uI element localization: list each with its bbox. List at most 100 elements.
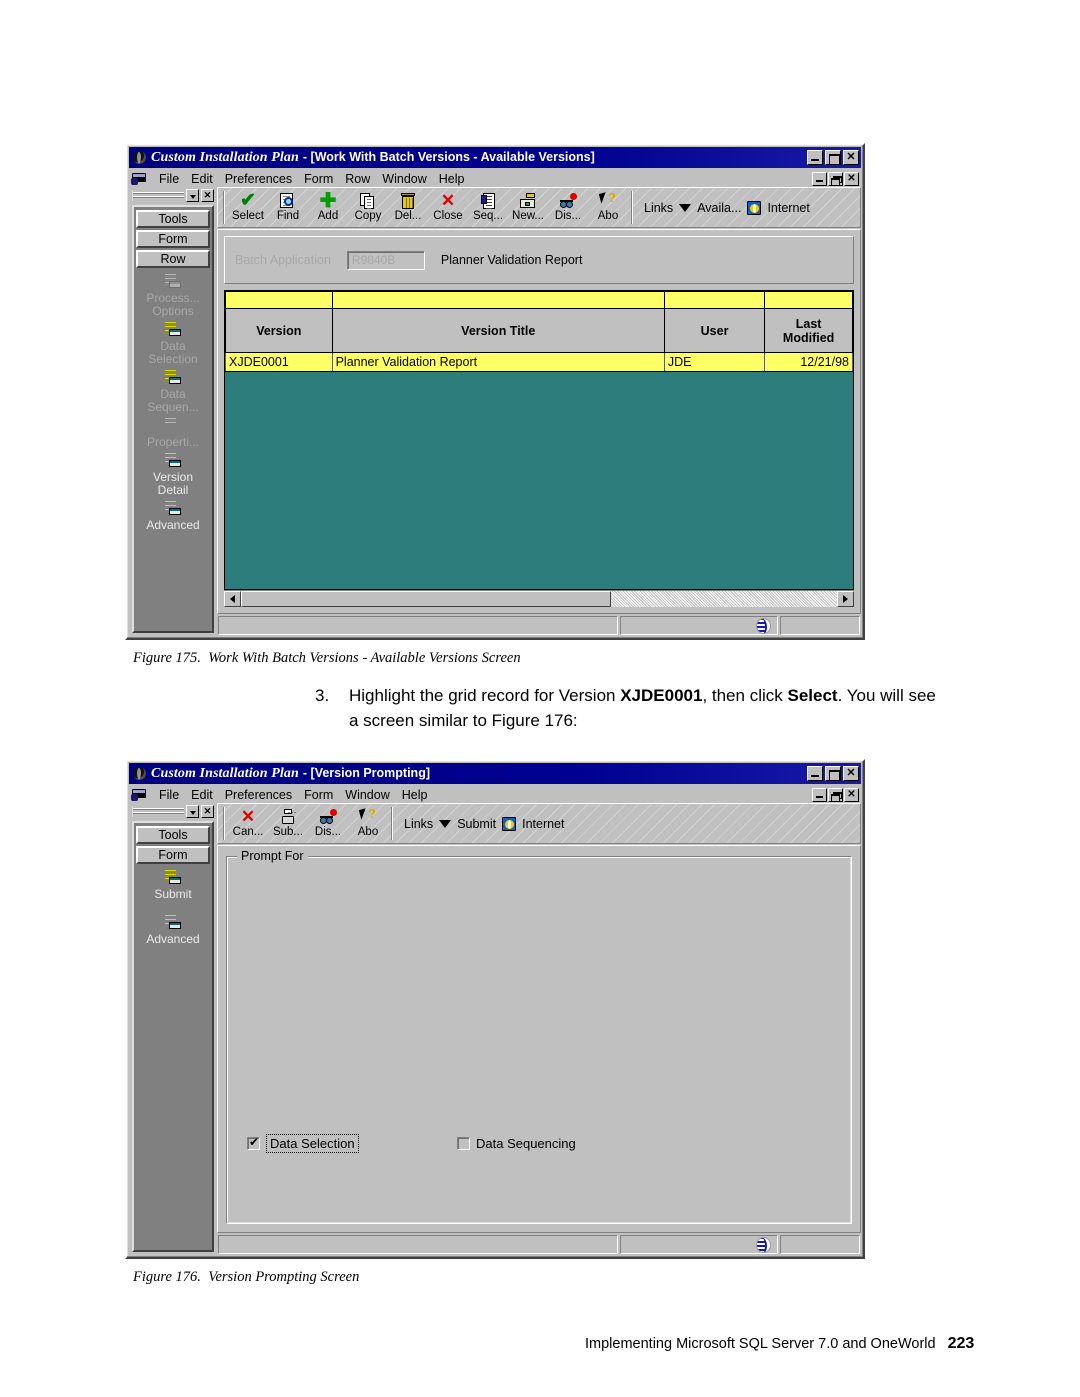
mdi-minimize-button[interactable] bbox=[812, 787, 827, 802]
cell-last-modified[interactable]: 12/21/98 bbox=[764, 352, 853, 372]
mdi-close-button[interactable]: ✕ bbox=[844, 171, 859, 186]
internet-label[interactable]: Internet bbox=[522, 817, 564, 831]
chevron-down-icon[interactable] bbox=[186, 805, 199, 818]
drag-grip[interactable] bbox=[132, 806, 184, 817]
exit-bar-tab-tools[interactable]: Tools bbox=[136, 210, 210, 228]
scroll-right-button[interactable] bbox=[837, 591, 854, 607]
column-header-version[interactable]: Version bbox=[225, 308, 333, 353]
exit-bar-item-processing-options[interactable]: Process... Options bbox=[136, 274, 210, 318]
menu-form[interactable]: Form bbox=[298, 787, 339, 803]
toolbar-close-button[interactable]: ✕ Close bbox=[428, 189, 468, 226]
exit-bar-tab-form[interactable]: Form bbox=[136, 230, 210, 248]
data-selection-checkbox-item[interactable]: Data Selection bbox=[247, 1134, 457, 1153]
links-dropdown-value[interactable]: Availa... bbox=[697, 201, 741, 215]
internet-explorer-icon[interactable] bbox=[502, 816, 517, 831]
table-row[interactable]: XJDE0001 Planner Validation Report JDE 1… bbox=[225, 352, 853, 372]
drag-grip[interactable] bbox=[132, 190, 184, 201]
menu-file[interactable]: File bbox=[153, 787, 185, 803]
internet-explorer-icon[interactable] bbox=[747, 200, 762, 215]
exit-bar-tab-form[interactable]: Form bbox=[136, 846, 210, 864]
exit-bar-item-advanced[interactable]: Advanced bbox=[136, 501, 210, 532]
data-sequencing-label[interactable]: Data Sequencing bbox=[476, 1136, 576, 1151]
exit-bar-tab-tools[interactable]: Tools bbox=[136, 826, 210, 844]
close-button[interactable]: ✕ bbox=[843, 766, 859, 781]
exit-bar-item-data-sequencing[interactable]: Data Sequen... bbox=[136, 370, 210, 414]
exit-bar-close-icon[interactable]: ✕ bbox=[201, 805, 214, 818]
toolbar-about-button[interactable]: ? Abo bbox=[588, 189, 628, 226]
menu-edit[interactable]: Edit bbox=[185, 787, 219, 803]
grid-query-row[interactable] bbox=[225, 291, 853, 309]
maximize-button[interactable] bbox=[825, 766, 841, 781]
exit-bar-item-submit[interactable]: Submit bbox=[136, 870, 210, 901]
column-header-last-modified[interactable]: Last Modified bbox=[764, 308, 853, 353]
exit-bar-tab-row[interactable]: Row bbox=[136, 250, 210, 268]
data-selection-label[interactable]: Data Selection bbox=[266, 1134, 359, 1153]
chevron-down-icon[interactable] bbox=[439, 819, 452, 828]
mdi-close-button[interactable]: ✕ bbox=[844, 787, 859, 802]
exit-bar-item-version-detail[interactable]: Version Detail bbox=[136, 453, 210, 497]
exit-bar-item-advanced[interactable]: Advanced bbox=[136, 915, 210, 946]
toolbar-submit-button[interactable]: ··· Sub... bbox=[268, 805, 308, 842]
cell-user[interactable]: JDE bbox=[663, 352, 766, 372]
data-sequencing-checkbox[interactable] bbox=[457, 1137, 470, 1150]
toolbar-select-button[interactable]: ✔ Select bbox=[228, 189, 268, 226]
column-header-user[interactable]: User bbox=[663, 308, 766, 353]
toolbar-about-button[interactable]: ? Abo bbox=[348, 805, 388, 842]
cell-version[interactable]: XJDE0001 bbox=[225, 352, 333, 372]
exit-bar: ✕ Tools Form Row Process... Options Data… bbox=[129, 187, 217, 636]
query-cell-title[interactable] bbox=[331, 291, 665, 309]
cell-version-title[interactable]: Planner Validation Report bbox=[331, 352, 665, 372]
toolbar-delete-button[interactable]: Del... bbox=[388, 189, 428, 226]
column-header-version-title[interactable]: Version Title bbox=[331, 308, 665, 353]
query-cell-modified[interactable] bbox=[764, 291, 853, 309]
mdi-minimize-button[interactable] bbox=[812, 171, 827, 186]
toolbar-add-button[interactable]: ✚ Add bbox=[308, 189, 348, 226]
close-button[interactable]: ✕ bbox=[843, 150, 859, 165]
toolbar-copy-button[interactable]: Copy bbox=[348, 189, 388, 226]
toolbar-display-button[interactable]: Dis... bbox=[308, 805, 348, 842]
menu-edit[interactable]: Edit bbox=[185, 171, 219, 187]
menu-preferences[interactable]: Preferences bbox=[219, 787, 298, 803]
version-prompting-window[interactable]: Custom Installation Plan - [Version Prom… bbox=[125, 759, 865, 1259]
data-selection-checkbox[interactable] bbox=[247, 1135, 260, 1150]
scroll-left-button[interactable] bbox=[224, 591, 241, 607]
mdi-restore-button[interactable] bbox=[828, 171, 843, 186]
toolbar-new-window-button[interactable]: New... bbox=[508, 189, 548, 226]
page-footer: Implementing Microsoft SQL Server 7.0 an… bbox=[585, 1335, 974, 1353]
menu-row[interactable]: Row bbox=[339, 171, 376, 187]
minimize-button[interactable] bbox=[807, 766, 823, 781]
internet-label[interactable]: Internet bbox=[767, 201, 809, 215]
minimize-button[interactable] bbox=[807, 150, 823, 165]
menu-window[interactable]: Window bbox=[339, 787, 395, 803]
scrollbar-thumb[interactable] bbox=[241, 591, 611, 607]
scrollbar-track[interactable] bbox=[241, 591, 837, 607]
menu-file[interactable]: File bbox=[153, 171, 185, 187]
data-sequencing-checkbox-item[interactable]: Data Sequencing bbox=[457, 1136, 576, 1151]
exit-bar-item-properties[interactable]: Properti... bbox=[136, 418, 210, 449]
mdi-restore-button[interactable] bbox=[828, 787, 843, 802]
chevron-down-icon[interactable] bbox=[186, 189, 199, 202]
maximize-button[interactable] bbox=[825, 150, 841, 165]
toolbar-find-button[interactable]: Find bbox=[268, 189, 308, 226]
links-dropdown-value[interactable]: Submit bbox=[457, 817, 496, 831]
batch-application-input[interactable]: R9840B bbox=[346, 250, 425, 270]
toolbar-display-button[interactable]: Dis... bbox=[548, 189, 588, 226]
menu-window[interactable]: Window bbox=[376, 171, 432, 187]
toolbar-button-label: Dis... bbox=[554, 210, 582, 222]
work-with-batch-versions-window[interactable]: Custom Installation Plan - [Work With Ba… bbox=[125, 143, 865, 640]
grid-horizontal-scrollbar[interactable] bbox=[224, 590, 854, 607]
exit-bar-item-data-selection[interactable]: Data Selection bbox=[136, 322, 210, 366]
query-cell-user[interactable] bbox=[663, 291, 766, 309]
exit-bar-close-icon[interactable]: ✕ bbox=[201, 189, 214, 202]
menu-preferences[interactable]: Preferences bbox=[219, 171, 298, 187]
copy-pages-icon bbox=[348, 191, 388, 210]
chevron-down-icon[interactable] bbox=[679, 203, 692, 212]
versions-grid[interactable]: Version Version Title User Last Modified… bbox=[224, 290, 854, 590]
menu-help[interactable]: Help bbox=[433, 171, 471, 187]
toolbar-cancel-button[interactable]: ✕ Can... bbox=[228, 805, 268, 842]
query-cell-version[interactable] bbox=[225, 291, 333, 309]
menu-form[interactable]: Form bbox=[298, 171, 339, 187]
toolbar-sequence-button[interactable]: Seq... bbox=[468, 189, 508, 226]
form-card-icon bbox=[164, 418, 182, 434]
menu-help[interactable]: Help bbox=[396, 787, 434, 803]
